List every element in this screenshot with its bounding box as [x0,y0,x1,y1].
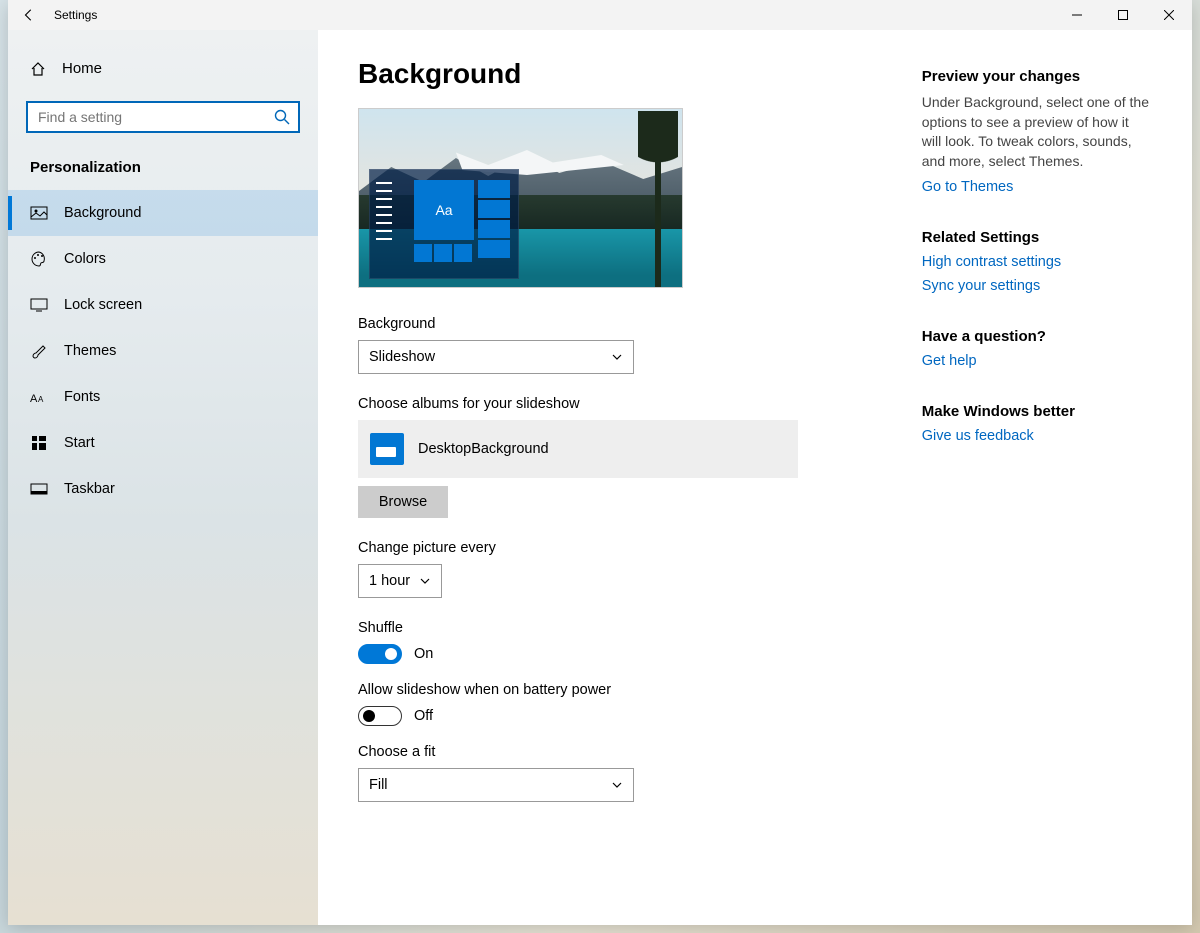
get-help-link[interactable]: Get help [922,353,1152,369]
chevron-down-icon [419,575,431,587]
sidebar-item-colors[interactable]: Colors [8,236,318,282]
sidebar-item-background[interactable]: Background [8,190,318,236]
close-button[interactable] [1146,0,1192,30]
sidebar-item-taskbar[interactable]: Taskbar [8,466,318,512]
chevron-down-icon [611,351,623,363]
svg-text:A: A [38,395,44,404]
browse-button[interactable]: Browse [358,486,448,518]
minimize-button[interactable] [1054,0,1100,30]
preview-changes-text: Under Background, select one of the opti… [922,93,1152,171]
window-body: Home Personalization Background Colors L… [8,30,1192,925]
preview-sample-text: Aa [414,180,474,240]
main-right-column: Preview your changes Under Background, s… [922,58,1152,895]
taskbar-icon [30,480,48,498]
sidebar-item-fonts[interactable]: AA Fonts [8,374,318,420]
sidebar-item-label: Colors [64,251,106,267]
shuffle-label: Shuffle [358,620,874,636]
battery-toggle[interactable] [358,706,402,726]
window-controls [1054,0,1192,30]
go-to-themes-link[interactable]: Go to Themes [922,179,1152,195]
brush-icon [30,342,48,360]
sidebar-item-themes[interactable]: Themes [8,328,318,374]
fit-value: Fill [369,777,388,793]
page-title: Background [358,58,874,90]
shuffle-state: On [414,646,433,662]
feedback-link[interactable]: Give us feedback [922,428,1152,444]
high-contrast-link[interactable]: High contrast settings [922,254,1152,270]
search-wrap [26,101,300,133]
picture-icon [30,204,48,222]
battery-state: Off [414,708,433,724]
change-interval-label: Change picture every [358,540,874,556]
desktop-preview: Aa [358,108,683,288]
background-dropdown[interactable]: Slideshow [358,340,634,374]
grid-icon [30,434,48,452]
fonts-icon: AA [30,388,48,406]
change-interval-value: 1 hour [369,573,410,589]
main-content: Background Aa Background [318,30,1192,925]
back-icon[interactable] [22,8,36,22]
folder-icon [370,433,404,465]
sidebar-item-label: Background [64,205,141,221]
sidebar-item-label: Lock screen [64,297,142,313]
window-title: Settings [54,8,97,22]
sidebar-item-label: Fonts [64,389,100,405]
maximize-button[interactable] [1100,0,1146,30]
search-input[interactable] [26,101,300,133]
make-better-title: Make Windows better [922,403,1152,420]
sidebar-item-start[interactable]: Start [8,420,318,466]
main-left-column: Background Aa Background [358,58,874,895]
sidebar-item-label: Themes [64,343,116,359]
albums-label: Choose albums for your slideshow [358,396,874,412]
monitor-icon [30,296,48,314]
section-label: Personalization [8,151,318,190]
sidebar: Home Personalization Background Colors L… [8,30,318,925]
svg-text:A: A [30,393,38,405]
preview-changes-title: Preview your changes [922,68,1152,85]
search-icon [274,109,290,125]
have-question-title: Have a question? [922,328,1152,345]
album-name: DesktopBackground [418,441,549,457]
titlebar: Settings [8,0,1192,30]
sidebar-item-label: Start [64,435,95,451]
background-dropdown-value: Slideshow [369,349,435,365]
settings-window: Settings Home Personalization [8,0,1192,925]
fit-label: Choose a fit [358,744,874,760]
sync-settings-link[interactable]: Sync your settings [922,278,1152,294]
preview-start-menu: Aa [369,169,519,279]
home-label: Home [62,60,102,77]
album-item[interactable]: DesktopBackground [358,420,798,478]
change-interval-dropdown[interactable]: 1 hour [358,564,442,598]
shuffle-toggle[interactable] [358,644,402,664]
sidebar-item-lockscreen[interactable]: Lock screen [8,282,318,328]
palette-icon [30,250,48,268]
chevron-down-icon [611,779,623,791]
background-dropdown-label: Background [358,316,874,332]
battery-label: Allow slideshow when on battery power [358,682,874,698]
fit-dropdown[interactable]: Fill [358,768,634,802]
home-icon [30,61,46,77]
home-button[interactable]: Home [8,50,318,87]
titlebar-left: Settings [8,8,97,22]
related-settings-title: Related Settings [922,229,1152,246]
sidebar-item-label: Taskbar [64,481,115,497]
